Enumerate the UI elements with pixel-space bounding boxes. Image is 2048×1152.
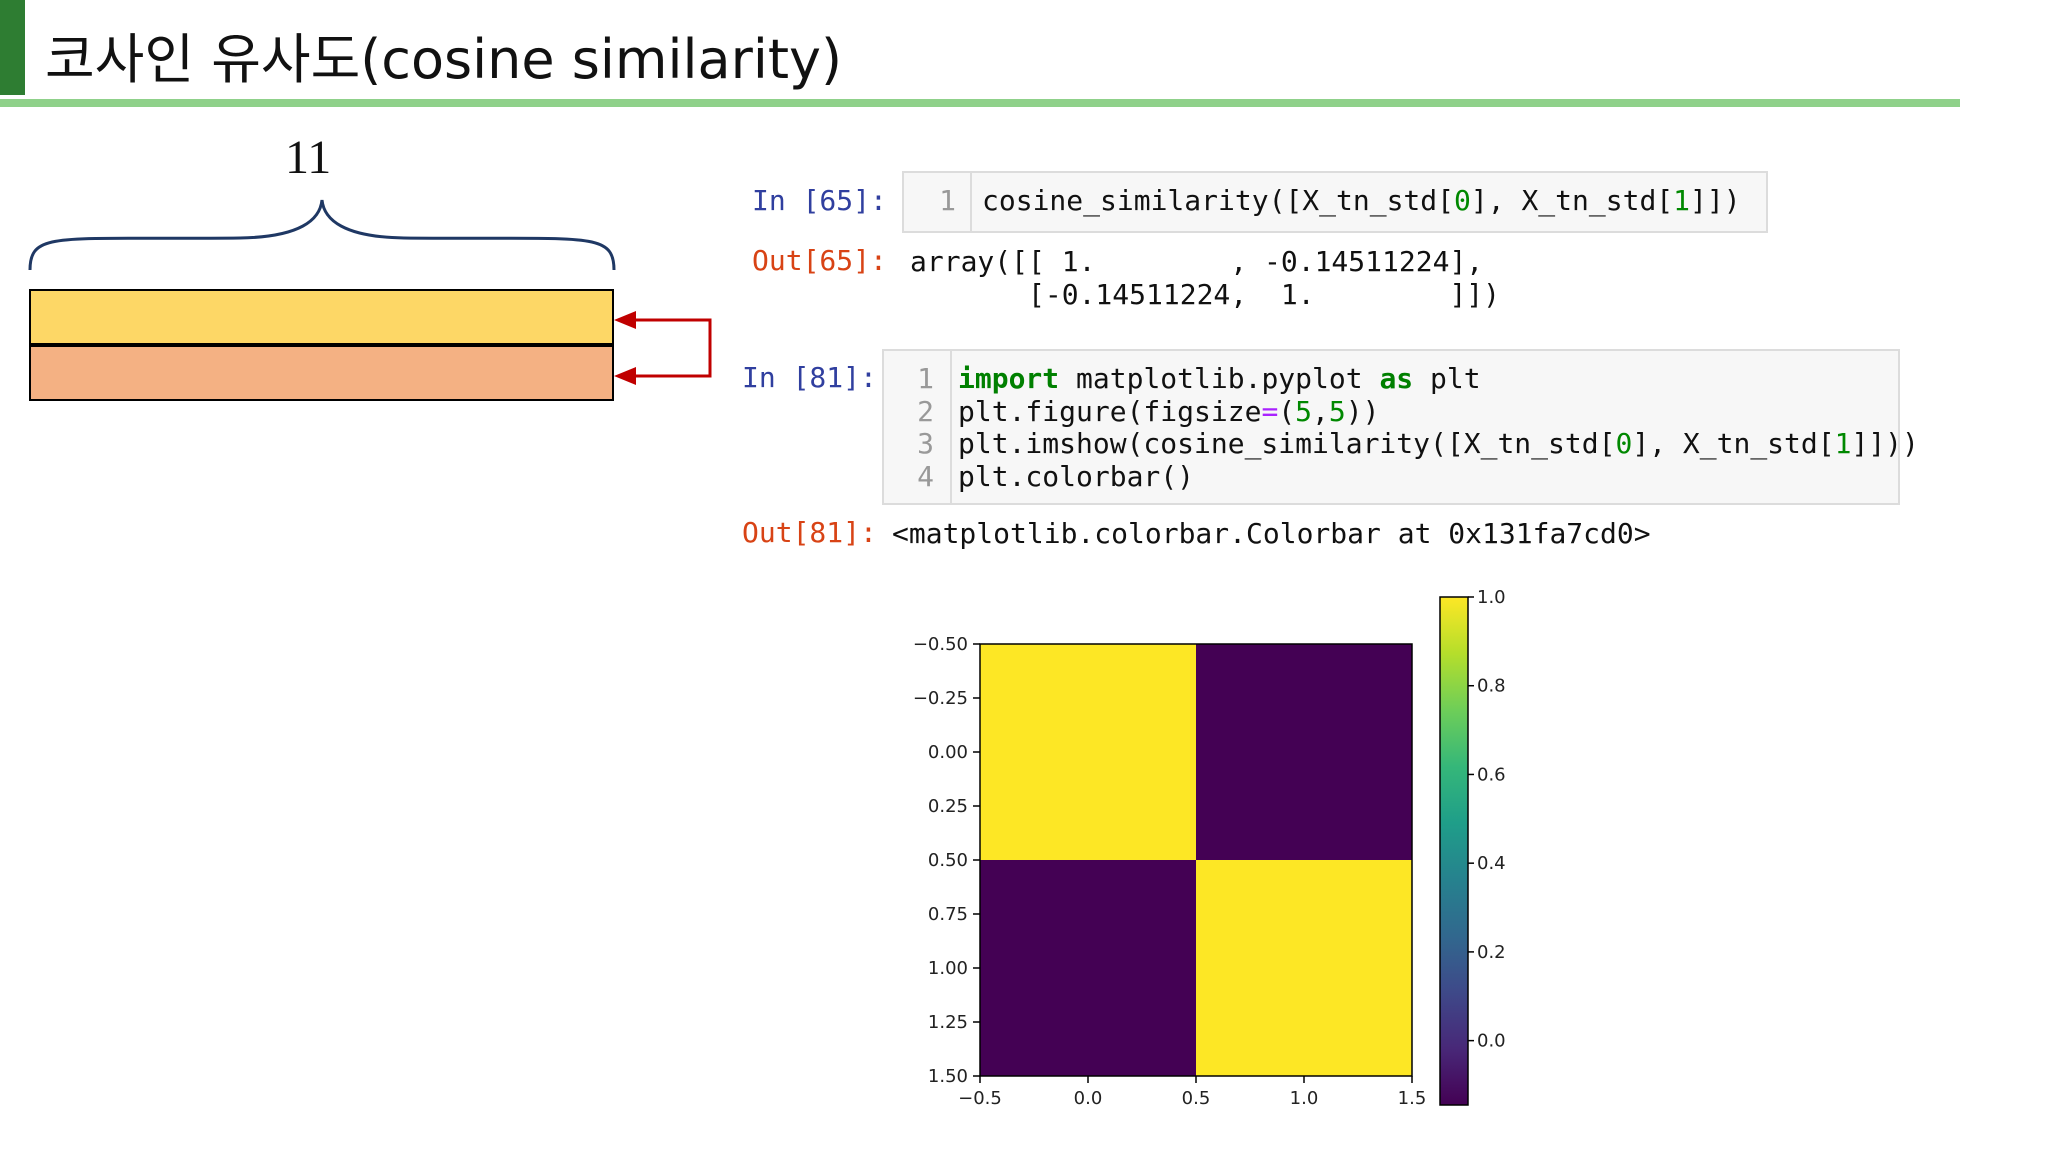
line-number: 1 <box>917 362 934 395</box>
x-tick-label: −0.5 <box>958 1088 1002 1109</box>
line-number-gutter: 1 <box>904 173 972 231</box>
vector-row-0 <box>29 289 614 345</box>
heatmap-cell <box>980 644 1196 860</box>
colorbar-tick-label: 0.4 <box>1477 853 1506 874</box>
y-tick-label: −0.50 <box>913 634 968 655</box>
colorbar-tick-label: 0.0 <box>1477 1031 1506 1052</box>
colorbar-tick-label: 0.6 <box>1477 764 1506 785</box>
curly-brace <box>28 199 616 271</box>
line-number: 1 <box>939 184 956 217</box>
output-line: <matplotlib.colorbar.Colorbar at 0x131fa… <box>892 517 1651 550</box>
line-number: 2 <box>917 394 934 428</box>
line-number: 3 <box>917 427 934 460</box>
slide-title: 코사인 유사도(cosine similarity) <box>45 28 843 91</box>
colorbar-tick-label: 1.0 <box>1477 587 1506 608</box>
brace-label: 11 <box>285 131 332 184</box>
colorbar-tick-label: 0.8 <box>1477 676 1506 697</box>
code-cell-81[interactable]: 1 2 3 4 import matplotlib.pyplot as plt … <box>882 349 1919 505</box>
arrow-head-top <box>614 311 636 329</box>
output-line: array([[ 1. , -0.14511224], <box>910 245 1484 278</box>
line-number-gutter: 1 2 3 4 <box>884 351 952 503</box>
title-accent-bar <box>0 0 25 95</box>
output-line: [-0.14511224, 1. ]]) <box>910 278 1501 311</box>
heatmap-cell <box>1196 644 1412 860</box>
title-underline <box>0 99 1960 107</box>
code-line[interactable]: plt.figure(figsize=(5,5)) <box>958 395 1379 429</box>
y-tick-label: 0.75 <box>928 904 968 925</box>
x-tick-label: 1.5 <box>1398 1088 1427 1109</box>
in-prompt-81: In [81]: <box>742 361 877 394</box>
y-tick-label: 1.50 <box>928 1066 968 1087</box>
arrow-head-bottom <box>614 367 636 385</box>
heatmap-cell <box>980 860 1196 1076</box>
out-prompt-65: Out[65]: <box>752 244 887 277</box>
x-tick-label: 0.5 <box>1182 1088 1211 1109</box>
y-tick-label: 0.00 <box>928 742 968 763</box>
code-line[interactable]: cosine_similarity([X_tn_std[0], X_tn_std… <box>982 184 1741 218</box>
y-tick-label: 1.00 <box>928 958 968 979</box>
out-prompt-81: Out[81]: <box>742 516 877 549</box>
code-line[interactable]: import matplotlib.pyplot as plt <box>958 362 1481 396</box>
colorbar-tick-label: 0.2 <box>1477 942 1506 963</box>
y-tick-label: −0.25 <box>913 688 968 709</box>
x-tick-label: 1.0 <box>1290 1088 1319 1109</box>
colorbar-gradient <box>1439 596 1469 1106</box>
heatmap-chart: −0.50 −0.25 0.00 0.25 0.50 0.75 1.00 1.25 1.50 −… <box>913 587 1506 1109</box>
x-tick-label: 0.0 <box>1074 1088 1103 1109</box>
y-tick-label: 0.25 <box>928 796 968 817</box>
y-tick-label: 0.50 <box>928 850 968 871</box>
code-cell-65[interactable]: 1 cosine_similarity([X_tn_std[0], X_tn_s… <box>902 171 1768 233</box>
in-prompt-65: In [65]: <box>752 184 887 217</box>
y-tick-label: 1.25 <box>928 1012 968 1033</box>
loop-arrow-line <box>620 318 712 378</box>
vector-row-1 <box>29 345 614 401</box>
code-line[interactable]: plt.colorbar() <box>958 460 1194 494</box>
code-line[interactable]: plt.imshow(cosine_similarity([X_tn_std[0… <box>958 427 1919 461</box>
line-number: 4 <box>917 459 934 493</box>
heatmap-cell <box>1196 860 1412 1076</box>
